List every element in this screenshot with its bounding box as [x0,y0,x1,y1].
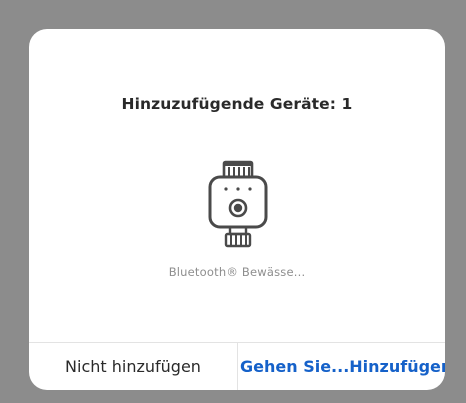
dialog-title: Hinzuzufügende Geräte: 1 [121,95,353,113]
bluetooth-water-timer-icon [208,160,268,248]
device-item [29,159,445,255]
do-not-add-button[interactable]: Nicht hinzufügen [29,343,237,390]
device-name-label: Bluetooth® Bewässe... [168,265,306,279]
go-add-button[interactable]: Gehen Sie...Hinzufügen [238,343,445,390]
add-devices-dialog: Hinzuzufügende Geräte: 1 Bluetooth® Bewä… [29,29,445,390]
